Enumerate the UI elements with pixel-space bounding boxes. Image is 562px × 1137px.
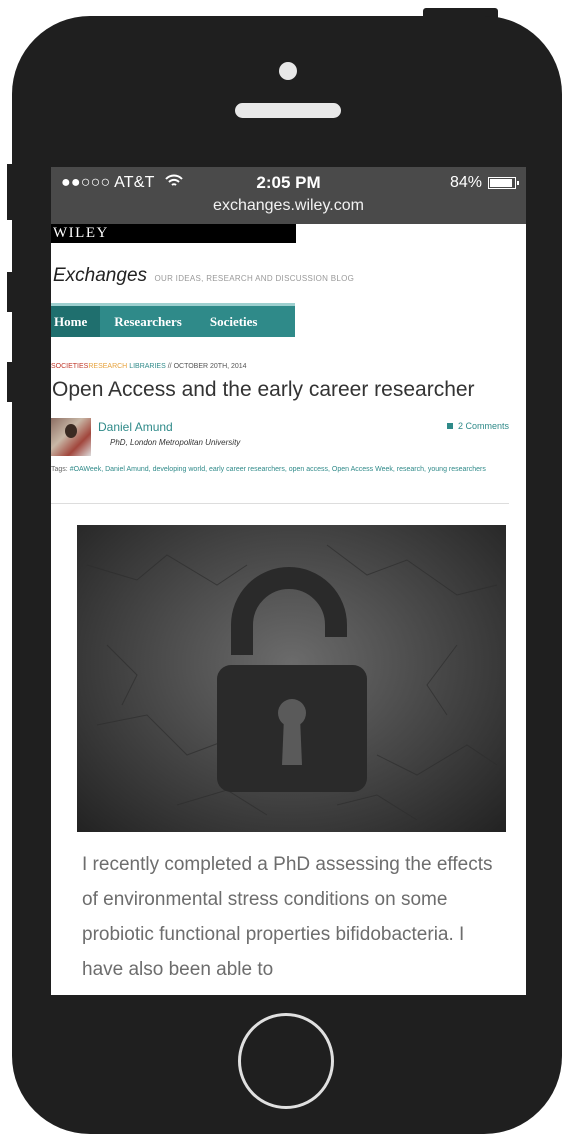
front-camera [279,62,297,80]
tags-label: Tags: [51,466,68,473]
main-nav: Home Researchers Societies [51,303,295,337]
comments-link[interactable]: 2 Comments [446,421,509,431]
battery-status: 84% [449,174,519,192]
earpiece-speaker [235,103,341,118]
tags-list[interactable]: #OAWeek, Daniel Amund, developing world,… [70,466,486,473]
status-bar: ●●○○○ AT&T 2:05 PM 84% exchanges.wiley.c… [51,167,526,224]
battery-percent: 84% [449,174,482,191]
category-libraries[interactable]: LIBRARIES [129,363,166,370]
article-hero-image [77,525,506,832]
author-block: Daniel Amund PhD, London Metropolitan Un… [51,418,526,458]
category-research[interactable]: RESEARCH [88,363,127,370]
nav-researchers[interactable]: Researchers [100,306,196,337]
article-date: // OCTOBER 20TH, 2014 [167,363,247,370]
author-affiliation: PhD, London Metropolitan University [110,438,241,447]
divider [51,503,509,504]
author-name[interactable]: Daniel Amund [98,420,173,434]
author-avatar[interactable] [51,418,91,456]
comments-count: 2 Comments [457,421,509,431]
open-padlock-icon [86,544,498,821]
wiley-header: WILEY [51,224,296,243]
site-title[interactable]: Exchanges [53,265,147,286]
nav-societies[interactable]: Societies [196,306,272,337]
article-tags: Tags: #OAWeek, Daniel Amund, developing … [51,464,506,476]
comment-icon [446,423,453,429]
nav-home[interactable]: Home [51,306,101,337]
wiley-logo[interactable]: WILEY [53,224,109,243]
battery-icon [488,177,519,189]
site-branding: Exchanges OUR IDEAS, RESEARCH AND DISCUS… [53,265,354,287]
article-body: I recently completed a PhD assessing the… [82,854,493,980]
category-societies[interactable]: SOCIETIES [51,363,88,370]
article-categories: SOCIETIESRESEARCH LIBRARIES // OCTOBER 2… [51,363,247,370]
address-bar[interactable]: exchanges.wiley.com [51,197,526,215]
phone-screen: ●●○○○ AT&T 2:05 PM 84% exchanges.wiley.c… [51,167,526,995]
article-title: Open Access and the early career researc… [52,378,475,401]
site-tagline: OUR IDEAS, RESEARCH AND DISCUSSION BLOG [154,274,355,283]
home-button[interactable] [238,1013,334,1109]
